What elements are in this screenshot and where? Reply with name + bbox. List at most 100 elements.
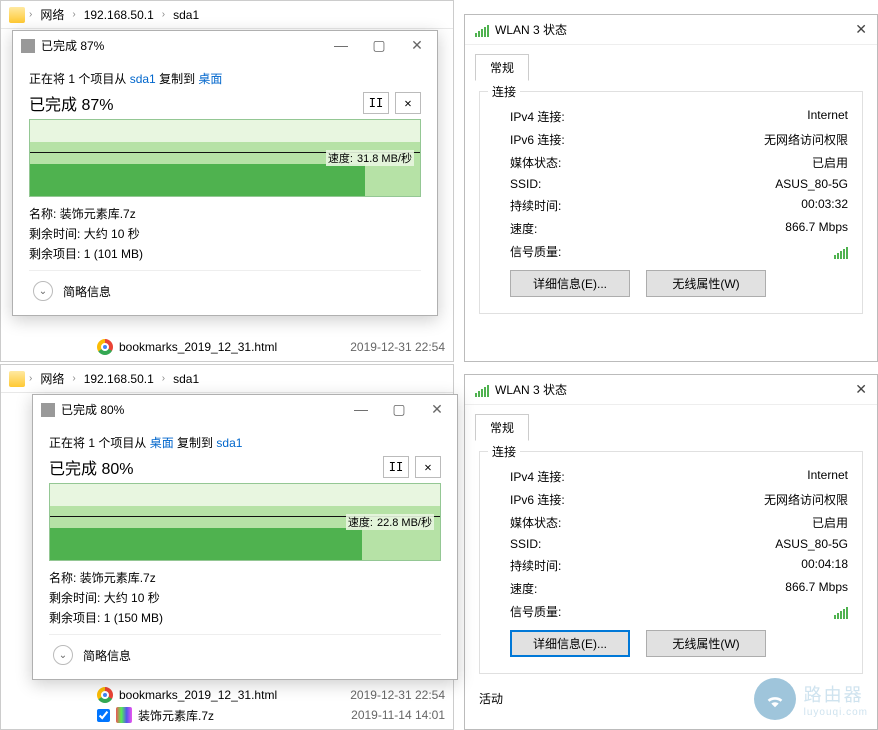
minimize-button[interactable]: — xyxy=(329,37,353,54)
copy-summary-line: 正在将 1 个项目从 sda1 复制到 桌面 xyxy=(29,70,421,87)
connection-section: 连接 IPv4 连接:Internet IPv6 连接:无网络访问权限 媒体状态… xyxy=(479,91,863,314)
signal-icon xyxy=(475,383,489,397)
kv-speed: 速度:866.7 Mbps xyxy=(492,580,850,597)
detail-name: 名称: 装饰元素库.7z xyxy=(49,569,441,586)
copy-dest-link[interactable]: sda1 xyxy=(216,436,242,450)
maximize-button[interactable]: ▢ xyxy=(387,401,411,418)
window-title: WLAN 3 状态 xyxy=(495,381,567,398)
signal-bars-icon xyxy=(834,605,848,619)
chevron-right-icon: › xyxy=(162,9,165,20)
kv-media: 媒体状态:已启用 xyxy=(492,154,850,171)
chrome-icon xyxy=(97,339,113,355)
chevron-right-icon: › xyxy=(72,373,75,384)
chevron-right-icon: › xyxy=(29,373,32,384)
minimize-button[interactable]: — xyxy=(349,401,373,418)
file-row-bookmarks[interactable]: bookmarks_2019_12_31.html 2019-12-31 22:… xyxy=(97,337,453,357)
copy-icon xyxy=(21,39,35,53)
speed-label: 速度: xyxy=(328,150,353,166)
progress-text: 已完成 87% xyxy=(29,91,113,115)
detail-name: 名称: 装饰元素库.7z xyxy=(29,205,421,222)
watermark: 路由器 luyouqi.com xyxy=(754,678,868,720)
copy-summary-line: 正在将 1 个项目从 桌面 复制到 sda1 xyxy=(49,434,441,451)
copy-dest-link[interactable]: 桌面 xyxy=(198,72,222,86)
breadcrumb: › 网络 › 192.168.50.1 › sda1 xyxy=(1,1,453,29)
kv-duration: 持续时间:00:04:18 xyxy=(492,557,850,574)
section-label-connection: 连接 xyxy=(488,83,520,100)
drive-icon xyxy=(9,7,25,23)
tab-general[interactable]: 常规 xyxy=(475,414,529,441)
file-date: 2019-11-14 14:01 xyxy=(351,708,453,722)
progress-text: 已完成 80% xyxy=(49,455,133,479)
transfer-graph: 速度: 22.8 MB/秒 xyxy=(49,483,441,561)
cancel-button[interactable]: ✕ xyxy=(395,92,421,114)
pause-button[interactable]: II xyxy=(363,92,389,114)
details-button[interactable]: 详细信息(E)... xyxy=(510,270,630,297)
kv-ssid: SSID:ASUS_80-5G xyxy=(492,177,850,191)
chevron-right-icon: › xyxy=(162,373,165,384)
chevron-down-icon: ⌄ xyxy=(33,281,53,301)
watermark-domain: luyouqi.com xyxy=(804,707,868,718)
close-button[interactable]: ✕ xyxy=(855,381,867,398)
file-checkbox[interactable] xyxy=(97,709,110,722)
pause-button[interactable]: II xyxy=(383,456,409,478)
kv-speed: 速度:866.7 Mbps xyxy=(492,220,850,237)
wlan-status-window-bottom: WLAN 3 状态 ✕ 常规 连接 IPv4 连接:Internet IPv6 … xyxy=(464,374,878,730)
wireless-properties-button[interactable]: 无线属性(W) xyxy=(646,630,766,657)
file-name: bookmarks_2019_12_31.html xyxy=(119,688,277,702)
kv-signal-quality: 信号质量: xyxy=(492,603,850,620)
file-date: 2019-12-31 22:54 xyxy=(350,340,453,354)
kv-duration: 持续时间:00:03:32 xyxy=(492,197,850,214)
kv-media: 媒体状态:已启用 xyxy=(492,514,850,531)
kv-ipv4: IPv4 连接:Internet xyxy=(492,108,850,125)
transfer-graph: 速度: 31.8 MB/秒 xyxy=(29,119,421,197)
section-label-connection: 连接 xyxy=(488,443,520,460)
tabstrip: 常规 xyxy=(465,405,877,441)
detail-remaining-time: 剩余时间: 大约 10 秒 xyxy=(29,225,421,242)
brief-info-label: 简略信息 xyxy=(83,647,131,664)
watermark-text: 路由器 xyxy=(804,681,868,707)
file-name: 装饰元素库.7z xyxy=(138,707,214,724)
signal-bars-icon xyxy=(834,245,848,259)
maximize-button[interactable]: ▢ xyxy=(367,37,391,54)
close-button[interactable]: ✕ xyxy=(855,21,867,38)
breadcrumb-seg-folder[interactable]: sda1 xyxy=(169,370,203,388)
kv-signal-quality: 信号质量: xyxy=(492,243,850,260)
file-date: 2019-12-31 22:54 xyxy=(350,688,453,702)
copy-source-link[interactable]: 桌面 xyxy=(150,436,174,450)
kv-ipv6: IPv6 连接:无网络访问权限 xyxy=(492,491,850,508)
close-button[interactable]: ✕ xyxy=(405,37,429,54)
dialog-title: 已完成 87% xyxy=(41,37,104,54)
copy-dialog-upload: 已完成 80% — ▢ ✕ 正在将 1 个项目从 桌面 复制到 sda1 已完成… xyxy=(32,394,458,680)
archive-icon xyxy=(116,707,132,723)
copy-source-link[interactable]: sda1 xyxy=(130,72,156,86)
chevron-right-icon: › xyxy=(72,9,75,20)
breadcrumb-seg-network[interactable]: 网络 xyxy=(36,4,68,25)
speed-value: 22.8 MB/秒 xyxy=(377,514,432,530)
chevron-right-icon: › xyxy=(29,9,32,20)
drive-icon xyxy=(9,371,25,387)
breadcrumb: › 网络 › 192.168.50.1 › sda1 xyxy=(1,365,453,393)
file-name: bookmarks_2019_12_31.html xyxy=(119,340,277,354)
chevron-down-icon: ⌄ xyxy=(53,645,73,665)
signal-icon xyxy=(475,23,489,37)
breadcrumb-seg-host[interactable]: 192.168.50.1 xyxy=(80,6,158,24)
breadcrumb-seg-host[interactable]: 192.168.50.1 xyxy=(80,370,158,388)
dialog-title: 已完成 80% xyxy=(61,401,124,418)
breadcrumb-seg-network[interactable]: 网络 xyxy=(36,368,68,389)
router-icon xyxy=(754,678,796,720)
close-button[interactable]: ✕ xyxy=(425,401,449,418)
brief-info-toggle[interactable]: ⌄ 简略信息 xyxy=(49,634,441,669)
copy-dialog-download: 已完成 87% — ▢ ✕ 正在将 1 个项目从 sda1 复制到 桌面 已完成… xyxy=(12,30,438,316)
connection-section: 连接 IPv4 连接:Internet IPv6 连接:无网络访问权限 媒体状态… xyxy=(479,451,863,674)
wireless-properties-button[interactable]: 无线属性(W) xyxy=(646,270,766,297)
brief-info-toggle[interactable]: ⌄ 简略信息 xyxy=(29,270,421,305)
file-row-archive[interactable]: 装饰元素库.7z 2019-11-14 14:01 xyxy=(97,705,453,725)
file-row-bookmarks[interactable]: bookmarks_2019_12_31.html 2019-12-31 22:… xyxy=(97,685,453,705)
breadcrumb-seg-folder[interactable]: sda1 xyxy=(169,6,203,24)
tab-general[interactable]: 常规 xyxy=(475,54,529,81)
brief-info-label: 简略信息 xyxy=(63,283,111,300)
speed-label: 速度: xyxy=(348,514,373,530)
details-button[interactable]: 详细信息(E)... xyxy=(510,630,630,657)
copy-icon xyxy=(41,403,55,417)
cancel-button[interactable]: ✕ xyxy=(415,456,441,478)
